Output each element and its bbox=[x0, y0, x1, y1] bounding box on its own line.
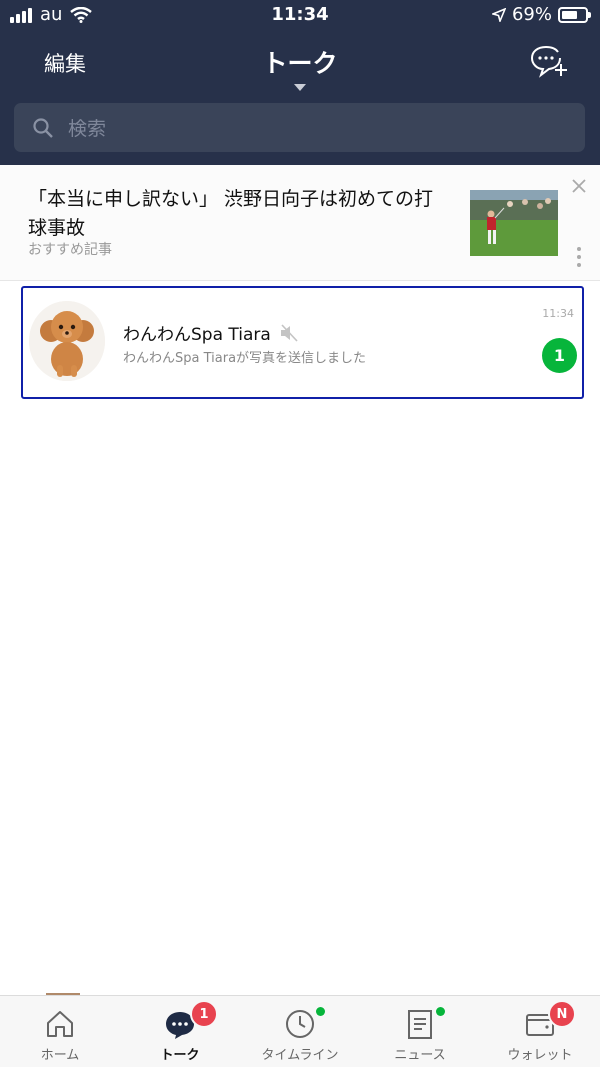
news-icon bbox=[408, 1010, 432, 1039]
chat-time: 11:34 bbox=[542, 307, 574, 320]
page-title: トーク bbox=[262, 49, 338, 78]
tab-timeline-label: タイムライン bbox=[261, 1048, 339, 1063]
recommended-article-banner[interactable]: 「本当に申し訳ない」 渋野日向子は初めての打球事故 おすすめ記事 bbox=[0, 165, 600, 281]
chat-preview: わんわんSpa Tiaraが写真を送信しました bbox=[123, 351, 367, 366]
tab-wallet[interactable]: N ウォレット bbox=[480, 996, 600, 1067]
chevron-down-icon bbox=[294, 84, 306, 91]
talk-title-dropdown[interactable]: トーク bbox=[200, 44, 400, 91]
home-icon bbox=[47, 1011, 73, 1037]
tab-timeline[interactable]: タイムライン bbox=[240, 996, 360, 1067]
battery-percent: 69% bbox=[511, 4, 552, 25]
search-placeholder: 検索 bbox=[68, 118, 107, 140]
battery-icon bbox=[558, 6, 591, 23]
location-arrow-icon bbox=[491, 7, 506, 22]
tab-talk-label: トーク bbox=[160, 1048, 200, 1063]
tab-news[interactable]: ニュース bbox=[360, 996, 480, 1067]
edit-button[interactable]: 編集 bbox=[44, 48, 86, 78]
mute-icon bbox=[280, 323, 298, 342]
wallet-new-badge: N bbox=[548, 1000, 576, 1028]
chat-name: わんわんSpa Tiara bbox=[123, 320, 299, 345]
article-thumbnail[interactable] bbox=[470, 190, 558, 256]
clock-icon bbox=[286, 1010, 314, 1038]
chat-name-text: わんわんSpa Tiara bbox=[123, 325, 271, 345]
avatar bbox=[29, 301, 105, 381]
search-icon bbox=[33, 117, 53, 138]
tab-news-label: ニュース bbox=[394, 1048, 446, 1063]
talk-unread-badge: 1 bbox=[190, 1000, 218, 1028]
timeline-new-dot bbox=[316, 1007, 325, 1016]
search-input[interactable]: 検索 bbox=[14, 103, 585, 152]
unread-count-badge: 1 bbox=[542, 338, 577, 373]
tab-bar: ホーム 1 トーク タイムライン ニュース N ウォレット bbox=[0, 995, 600, 1067]
article-label: おすすめ記事 bbox=[28, 242, 112, 258]
tab-home[interactable]: ホーム bbox=[0, 996, 120, 1067]
chat-list-item[interactable]: わんわんSpa Tiara わんわんSpa Tiaraが写真を送信しました 11… bbox=[21, 286, 584, 399]
header: au 11:34 69% 編集 トーク 検索 bbox=[0, 0, 600, 165]
tab-wallet-label: ウォレット bbox=[507, 1048, 573, 1063]
news-new-dot bbox=[436, 1007, 445, 1016]
close-icon[interactable] bbox=[569, 176, 589, 196]
status-right: 69% bbox=[491, 4, 591, 25]
new-chat-icon[interactable] bbox=[528, 44, 568, 80]
tab-talk[interactable]: 1 トーク bbox=[120, 996, 240, 1067]
dog-avatar-image bbox=[29, 301, 105, 381]
status-bar: au 11:34 69% bbox=[0, 0, 600, 30]
more-options-icon[interactable] bbox=[574, 247, 584, 271]
article-title[interactable]: 「本当に申し訳ない」 渋野日向子は初めての打球事故 bbox=[28, 185, 448, 243]
tab-home-label: ホーム bbox=[40, 1048, 80, 1063]
